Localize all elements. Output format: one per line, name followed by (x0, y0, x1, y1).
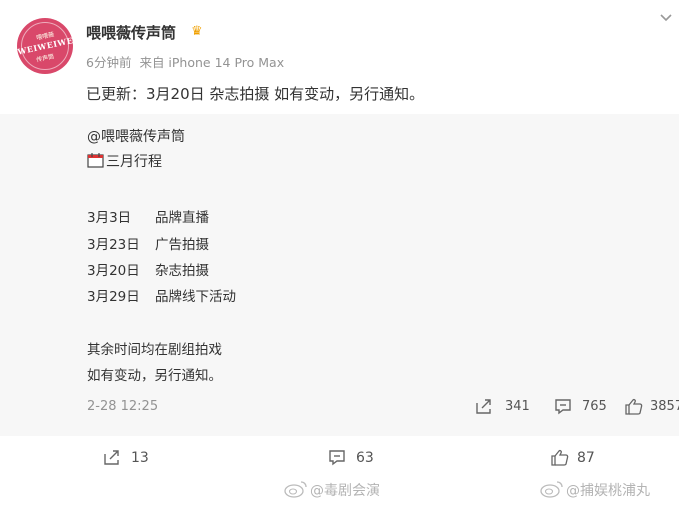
comment-icon (329, 450, 345, 466)
like-button[interactable]: 87 (551, 449, 595, 466)
repost-comment-count: 765 (582, 399, 607, 414)
schedule-date: 3月20日 (87, 263, 140, 279)
repost-mention[interactable]: @喂喂薇传声筒 (87, 126, 185, 146)
schedule-activity: 杂志拍摄 (155, 263, 209, 279)
calendar-icon (87, 153, 104, 168)
thumbs-up-icon (625, 398, 643, 415)
username[interactable]: 喂喂薇传声筒 (86, 22, 176, 43)
comment-count: 63 (356, 450, 374, 466)
crown-badge-icon: ♛ (191, 24, 203, 39)
like-count: 87 (577, 450, 595, 466)
watermark-text: @捕娱桃浦丸 (566, 483, 650, 499)
repost-share-count: 341 (505, 399, 530, 414)
schedule-row: 3月23日 广告拍摄 (87, 233, 209, 253)
watermark: @捕娱桃浦丸 (540, 480, 650, 500)
schedule-activity: 品牌线下活动 (155, 289, 236, 305)
schedule-title: 三月行程 (106, 154, 162, 170)
share-icon (476, 399, 491, 414)
repost-like-button[interactable]: 3857 (625, 398, 679, 415)
note-line: 其余时间均在剧组拍戏 (87, 342, 222, 358)
chevron-down-icon[interactable] (660, 12, 672, 24)
share-button[interactable]: 13 (103, 450, 149, 466)
repost-date[interactable]: 2-28 12:25 (87, 399, 158, 414)
watermark: @毒剧会演 (284, 480, 380, 500)
repost-comment-button[interactable]: 765 (554, 399, 607, 415)
schedule-activity: 品牌直播 (155, 210, 209, 226)
reposted-post[interactable]: @喂喂薇传声筒 三月行程 3月3日 品牌直播 3月23日 广告拍摄 3月20日 … (0, 114, 679, 436)
watermark-text: @毒剧会演 (310, 483, 380, 499)
repost-like-count: 3857 (650, 399, 679, 414)
thumbs-up-icon (551, 449, 569, 466)
schedule-row: 3月3日 品牌直播 (87, 206, 209, 226)
comment-icon (555, 399, 571, 415)
comment-button[interactable]: 63 (328, 450, 374, 466)
schedule-date: 3月29日 (87, 289, 140, 305)
post-source: 来自 iPhone 14 Pro Max (139, 55, 285, 70)
share-icon (104, 450, 119, 465)
schedule-activity: 广告拍摄 (155, 237, 209, 253)
post-text: 已更新：3月20日 杂志拍摄 如有变动，另行通知。 (86, 85, 425, 103)
avatar[interactable]: 喂喂薇 WEIWEIWEI 传声筒 (17, 18, 73, 74)
repost-share-button[interactable]: 341 (475, 399, 530, 414)
note-line: 如有变动，另行通知。 (87, 368, 222, 384)
schedule-row: 3月20日 杂志拍摄 (87, 259, 209, 279)
schedule-date: 3月23日 (87, 237, 140, 253)
schedule-date: 3月3日 (87, 210, 132, 226)
schedule-row: 3月29日 品牌线下活动 (87, 285, 236, 305)
weibo-logo-icon (540, 481, 563, 498)
weibo-logo-icon (284, 481, 307, 498)
share-count: 13 (131, 450, 149, 466)
post-meta: 6分钟前 来自 iPhone 14 Pro Max (86, 52, 284, 71)
post-time[interactable]: 6分钟前 (86, 55, 131, 70)
